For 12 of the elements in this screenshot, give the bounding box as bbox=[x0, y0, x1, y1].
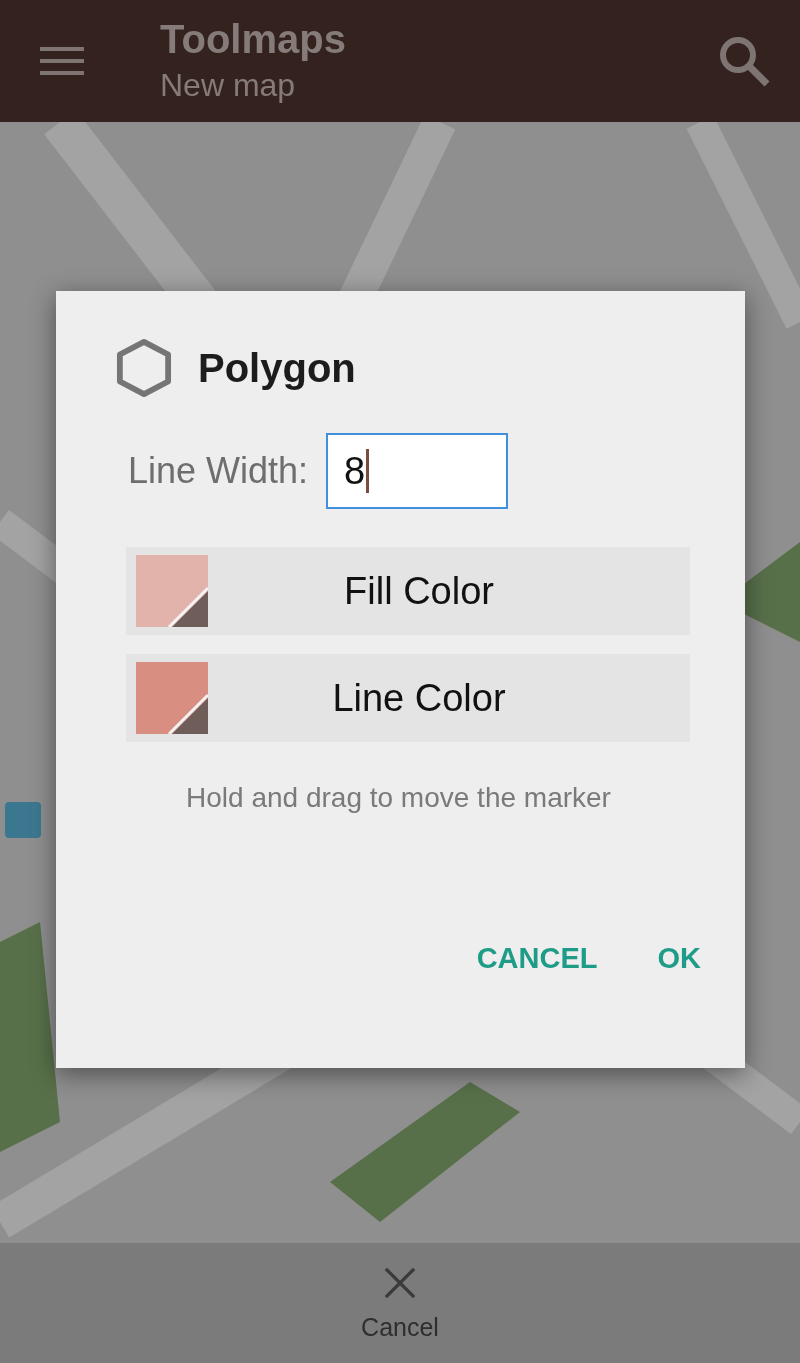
color-button[interactable]: Line Color bbox=[126, 654, 690, 742]
hexagon-icon bbox=[116, 338, 172, 398]
search-icon[interactable] bbox=[718, 35, 770, 87]
line-width-label: Line Width: bbox=[128, 450, 309, 492]
menu-icon[interactable] bbox=[40, 45, 84, 77]
close-icon bbox=[384, 1267, 416, 1299]
map-name: New map bbox=[160, 66, 297, 105]
color-button[interactable]: Fill Color bbox=[126, 547, 690, 635]
app-title: Toolmaps bbox=[160, 16, 347, 63]
hint-text: Hold and drag to move the marker bbox=[185, 782, 612, 814]
line-width-field[interactable]: 8 bbox=[326, 433, 509, 509]
dialog-title: Polygon bbox=[198, 345, 356, 391]
